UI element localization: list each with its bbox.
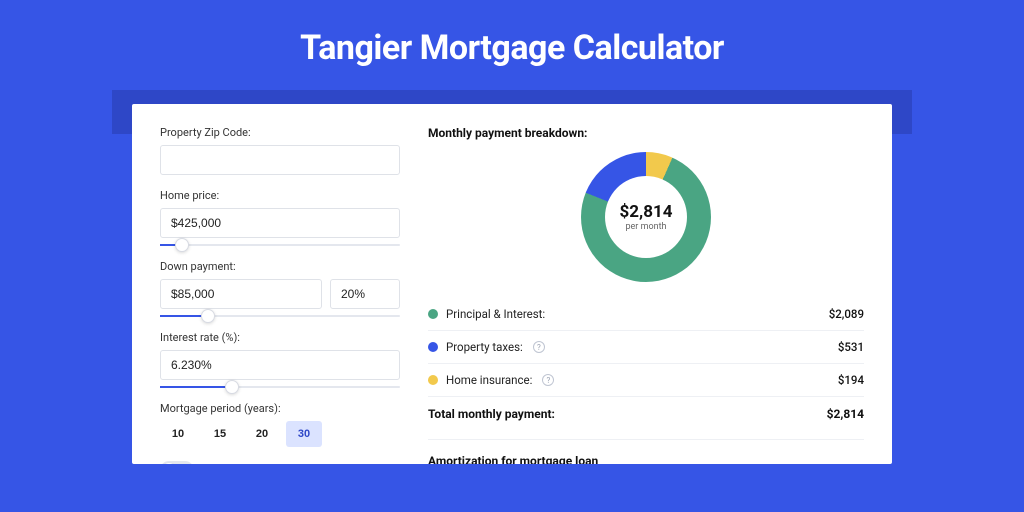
legend-label: Home insurance: xyxy=(446,373,532,387)
donut-chart-wrap: $2,814 per month xyxy=(428,152,864,282)
interest-input[interactable] xyxy=(160,350,400,380)
donut-center: $2,814 per month xyxy=(605,176,687,258)
dot-icon xyxy=(428,309,438,319)
dot-icon xyxy=(428,342,438,352)
zip-label: Property Zip Code: xyxy=(160,126,400,139)
down-payment-field-block: Down payment: xyxy=(160,260,400,317)
home-price-input[interactable] xyxy=(160,208,400,238)
form-column: Property Zip Code: Home price: Down paym… xyxy=(160,126,400,464)
amortization-block: Amortization for mortgage loan Amortizat… xyxy=(428,439,864,464)
legend-value: $194 xyxy=(838,373,864,387)
period-button-20[interactable]: 20 xyxy=(244,421,280,447)
legend-row-principal: Principal & Interest: $2,089 xyxy=(428,298,864,331)
dot-icon xyxy=(428,375,438,385)
down-payment-pct-input[interactable] xyxy=(330,279,400,309)
interest-slider-thumb[interactable] xyxy=(225,380,239,394)
period-field-block: Mortgage period (years): 10 15 20 30 xyxy=(160,402,400,447)
veteran-toggle[interactable] xyxy=(160,461,194,464)
home-price-slider[interactable] xyxy=(160,244,400,246)
calculator-card: Property Zip Code: Home price: Down paym… xyxy=(132,104,892,464)
period-button-group: 10 15 20 30 xyxy=(160,421,400,447)
legend-label: Property taxes: xyxy=(446,340,523,354)
info-icon[interactable]: ? xyxy=(533,341,545,353)
veteran-toggle-knob xyxy=(162,463,176,464)
total-label: Total monthly payment: xyxy=(428,407,555,421)
period-button-10[interactable]: 10 xyxy=(160,421,196,447)
zip-field-block: Property Zip Code: xyxy=(160,126,400,175)
page-title: Tangier Mortgage Calculator xyxy=(0,0,1024,90)
home-price-field-block: Home price: xyxy=(160,189,400,246)
breakdown-title: Monthly payment breakdown: xyxy=(428,126,864,140)
period-label: Mortgage period (years): xyxy=(160,402,400,415)
home-price-label: Home price: xyxy=(160,189,400,202)
period-button-30[interactable]: 30 xyxy=(286,421,322,447)
legend-label: Principal & Interest: xyxy=(446,307,545,321)
total-row: Total monthly payment: $2,814 xyxy=(428,397,864,435)
zip-input[interactable] xyxy=(160,145,400,175)
total-value: $2,814 xyxy=(827,407,864,421)
interest-label: Interest rate (%): xyxy=(160,331,400,344)
donut-center-amount: $2,814 xyxy=(620,202,673,222)
down-payment-label: Down payment: xyxy=(160,260,400,273)
down-payment-slider[interactable] xyxy=(160,315,400,317)
legend-value: $2,089 xyxy=(829,307,864,321)
legend-value: $531 xyxy=(838,340,864,354)
results-column: Monthly payment breakdown: $2,814 per mo… xyxy=(428,126,864,464)
legend-row-insurance: Home insurance: ? $194 xyxy=(428,364,864,397)
donut-center-sub: per month xyxy=(625,222,666,232)
interest-slider-fill xyxy=(160,386,232,388)
donut-chart: $2,814 per month xyxy=(581,152,711,282)
interest-field-block: Interest rate (%): xyxy=(160,331,400,388)
legend-row-taxes: Property taxes: ? $531 xyxy=(428,331,864,364)
veteran-toggle-row: I am veteran or military xyxy=(160,461,400,464)
amortization-title: Amortization for mortgage loan xyxy=(428,454,864,464)
home-price-slider-thumb[interactable] xyxy=(175,238,189,252)
veteran-toggle-label: I am veteran or military xyxy=(204,464,316,465)
info-icon[interactable]: ? xyxy=(542,374,554,386)
down-payment-slider-thumb[interactable] xyxy=(201,309,215,323)
down-payment-input[interactable] xyxy=(160,279,322,309)
period-button-15[interactable]: 15 xyxy=(202,421,238,447)
interest-slider[interactable] xyxy=(160,386,400,388)
